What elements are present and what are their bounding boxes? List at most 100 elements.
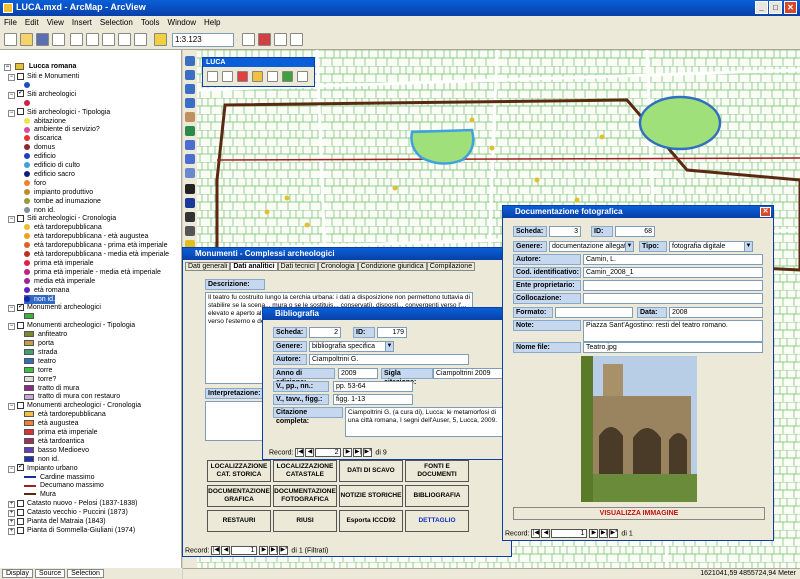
visualizza-immagine-button[interactable]: VISUALIZZA IMMAGINE <box>513 507 765 520</box>
prev-record-button[interactable]: ◀ <box>221 546 231 555</box>
toc-layer[interactable]: + Pianta del Matraia (1843) <box>8 517 106 526</box>
localizzazione-cat-storica-button[interactable]: LOCALIZZAZIONE CAT. STORICA <box>207 460 271 482</box>
layer-visibility-checkbox[interactable] <box>17 462 24 472</box>
dati-di-scavo-button[interactable]: DATI DI SCAVO <box>339 460 403 482</box>
layer-visibility-checkbox[interactable] <box>17 215 24 223</box>
documentazione-grafica-button[interactable]: DOCUMENTAZIONE GRAFICA <box>207 485 271 507</box>
expand-minus-icon[interactable]: − <box>8 91 15 99</box>
expand-minus-icon[interactable]: − <box>8 403 15 411</box>
restauri-button[interactable]: RESTAURI <box>207 510 271 532</box>
bibliografia-button[interactable]: BIBLIOGRAFIA <box>405 485 469 507</box>
undo-icon[interactable] <box>134 33 147 46</box>
esporta-iccd92-button[interactable]: Esporta ICCD92 <box>339 510 403 532</box>
teatro-feature[interactable] <box>410 128 475 165</box>
prev-record-button[interactable]: ◀ <box>541 529 551 538</box>
luca-tool-7-icon[interactable] <box>297 71 308 82</box>
expand-minus-icon[interactable]: − <box>8 216 15 224</box>
find-icon[interactable] <box>185 212 195 222</box>
note-field[interactable]: Piazza Sant'Agostino: resti del teatro r… <box>583 320 763 342</box>
tab-cronologia[interactable]: Cronologia <box>317 262 358 271</box>
dettaglio-button[interactable]: DETTAGLIO <box>405 510 469 532</box>
select-elements-icon[interactable] <box>185 184 195 194</box>
nome-file-field[interactable]: Teatro.jpg <box>583 342 763 353</box>
anfiteatro-feature[interactable] <box>638 95 722 151</box>
toc-layer[interactable]: + Catasto nuovo - Pelosi (1837-1838) <box>8 499 138 509</box>
tab-dati-generali[interactable]: Dati generali <box>185 262 231 271</box>
close-window-button[interactable]: ✕ <box>760 207 771 217</box>
editor-icon[interactable] <box>242 33 255 46</box>
tav-field[interactable]: figg. 1-13 <box>333 394 413 405</box>
next-record-button[interactable]: ▶ <box>259 546 269 555</box>
toc-root[interactable]: − Lucca romana <box>4 62 76 71</box>
layer-visibility-checkbox[interactable] <box>17 508 24 516</box>
prev-record-button[interactable]: ◀ <box>305 448 315 457</box>
tab-compilazione[interactable]: Compilazione <box>426 262 476 271</box>
menu-help[interactable]: Help <box>200 16 224 27</box>
id-field[interactable]: 179 <box>377 327 407 338</box>
first-record-button[interactable]: |◀ <box>531 529 541 538</box>
print-icon[interactable] <box>52 33 65 46</box>
last-record-button[interactable]: ▶| <box>353 448 363 457</box>
toc-layer[interactable]: − Siti archeologici <box>8 88 76 99</box>
command-line-icon[interactable] <box>274 33 287 46</box>
fonti-e-documenti-button[interactable]: FONTI E DOCUMENTI <box>405 460 469 482</box>
tipo-select[interactable]: fotografia digitale <box>669 241 753 252</box>
toc-layer[interactable]: + Catasto vecchio - Puccini (1873) <box>8 508 128 518</box>
layer-visibility-checkbox[interactable] <box>17 88 24 98</box>
layer-visibility-checkbox[interactable] <box>17 302 24 312</box>
menu-edit[interactable]: Edit <box>21 16 43 27</box>
layer-visibility-checkbox[interactable] <box>17 72 24 80</box>
tab-selection[interactable]: Selection <box>67 569 104 578</box>
ente-field[interactable] <box>583 280 763 291</box>
genere-select[interactable]: bibliografia specifica <box>309 341 387 352</box>
menu-insert[interactable]: Insert <box>68 16 96 27</box>
forward-extent-icon[interactable] <box>185 154 195 164</box>
riusi-button[interactable]: RIUSI <box>273 510 337 532</box>
sigla-field[interactable]: Ciampoltrini 2009 <box>433 368 503 379</box>
luca-tool-4-icon[interactable] <box>252 71 263 82</box>
copy-icon[interactable] <box>86 33 99 46</box>
documentazione-fotografica-button[interactable]: DOCUMENTAZIONE FOTOGRAFICA <box>273 485 337 507</box>
toc-layer[interactable]: − Impianto urbano <box>8 462 78 473</box>
open-folder-icon[interactable] <box>20 33 33 46</box>
data-field[interactable]: 2008 <box>669 307 763 318</box>
autore-field[interactable]: Camin, L. <box>583 254 763 265</box>
anno-field[interactable]: 2009 <box>338 368 378 379</box>
notizie-storiche-button[interactable]: NOTIZIE STORICHE <box>339 485 403 507</box>
record-number-input[interactable]: 1 <box>551 529 588 538</box>
autore-field[interactable]: Ciampoltrini G. <box>309 354 469 365</box>
back-extent-icon[interactable] <box>185 140 195 150</box>
maximize-button[interactable]: □ <box>769 1 782 14</box>
luca-tool-3-icon[interactable] <box>237 71 248 82</box>
expand-plus-icon[interactable]: + <box>8 527 15 535</box>
layer-visibility-checkbox[interactable] <box>17 401 24 409</box>
tab-display[interactable]: Display <box>2 569 33 578</box>
minimize-button[interactable]: _ <box>755 1 768 14</box>
expand-minus-icon[interactable]: − <box>8 305 15 313</box>
pan-hand-icon[interactable] <box>185 112 195 122</box>
toc-layer[interactable]: − Siti archeologici - Cronologia <box>8 214 116 224</box>
pp-field[interactable]: pp. 53-64 <box>333 381 413 392</box>
zoom-in-icon[interactable] <box>185 56 195 66</box>
fixed-zoom-out-icon[interactable] <box>185 98 195 108</box>
help-icon[interactable] <box>290 33 303 46</box>
cut-icon[interactable] <box>70 33 83 46</box>
map-scale-input[interactable]: 1:3.123 <box>172 33 234 47</box>
menu-selection[interactable]: Selection <box>96 16 137 27</box>
tab-dati-tecnici[interactable]: Dati tecnici <box>277 262 318 271</box>
menu-tools[interactable]: Tools <box>137 16 164 27</box>
scheda-field[interactable]: 3 <box>549 226 581 237</box>
menu-file[interactable]: File <box>0 16 21 27</box>
localizzazione-catastale-button[interactable]: LOCALIZZAZIONE CATASTALE <box>273 460 337 482</box>
toc-layer[interactable]: + Pianta di Sommella-Giuliani (1974) <box>8 526 135 535</box>
menu-view[interactable]: View <box>43 16 68 27</box>
select-features-icon[interactable] <box>185 168 195 178</box>
layer-visibility-checkbox[interactable] <box>17 517 24 525</box>
fixed-zoom-in-icon[interactable] <box>185 84 195 94</box>
citazione-text[interactable]: Ciampoltrini G. (a cura di), Lucca: le m… <box>345 407 503 437</box>
expand-minus-icon[interactable]: − <box>8 74 15 81</box>
close-button[interactable]: ✕ <box>784 1 797 14</box>
id-field[interactable]: 68 <box>615 226 655 237</box>
new-record-button[interactable]: ▶* <box>609 529 619 538</box>
tab-dati-analitici[interactable]: Dati analitici <box>230 262 278 271</box>
